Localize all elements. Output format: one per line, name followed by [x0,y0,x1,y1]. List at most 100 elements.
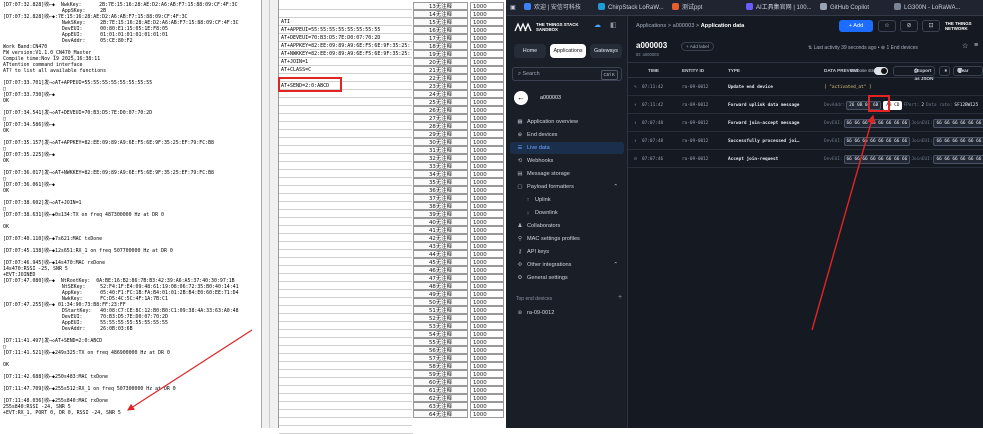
add-device-button[interactable]: + [618,294,622,301]
delay-field[interactable]: 1000 [470,18,504,26]
delay-field[interactable]: 1000 [470,314,504,322]
sidebar-item-application-overview[interactable]: ▦ Application overview [510,116,624,128]
browser-tab[interactable]: ChirpStack LoRaW... [598,2,670,14]
send-command-button[interactable]: 47无注释 [413,274,468,282]
send-command-button[interactable]: 49无注释 [413,290,468,298]
delay-field[interactable]: 1000 [470,362,504,370]
delay-field[interactable]: 1000 [470,170,504,178]
delay-field[interactable]: 1000 [470,258,504,266]
tab-applications[interactable]: Applications [550,44,586,58]
menu-icon[interactable]: ≡ [974,42,978,49]
send-command-button[interactable]: 45无注释 [413,258,468,266]
command-row[interactable] [279,226,413,234]
command-row[interactable] [279,394,413,402]
delay-field[interactable]: 1000 [470,402,504,410]
command-row[interactable] [279,274,413,282]
send-command-button[interactable]: 34无注释 [413,170,468,178]
delay-field[interactable]: 1000 [470,178,504,186]
delay-field[interactable]: 1000 [470,378,504,386]
browser-tab[interactable]: GitHub Copilot [820,2,892,14]
command-row[interactable] [279,202,413,210]
delay-field[interactable]: 1000 [470,202,504,210]
delay-field[interactable]: 1000 [470,98,504,106]
delay-field[interactable]: 1000 [470,250,504,258]
command-row[interactable] [279,98,413,106]
command-row[interactable] [279,114,413,122]
command-row[interactable] [279,290,413,298]
command-row[interactable] [279,234,413,242]
command-row[interactable] [279,362,413,370]
delay-field[interactable]: 1000 [470,330,504,338]
command-row[interactable] [279,210,413,218]
command-row[interactable] [279,266,413,274]
command-row[interactable] [279,354,413,362]
delay-field[interactable]: 1000 [470,114,504,122]
send-command-button[interactable]: 29无注释 [413,130,468,138]
delay-field[interactable]: 1000 [470,42,504,50]
send-command-button[interactable]: 44无注释 [413,250,468,258]
delay-field[interactable]: 1000 [470,290,504,298]
delay-field[interactable]: 1000 [470,218,504,226]
send-command-button[interactable]: 38无注释 [413,202,468,210]
send-command-button[interactable]: 58无注释 [413,362,468,370]
command-text[interactable]: AT+JOIN=1 [279,58,413,66]
command-row[interactable] [279,218,413,226]
send-command-button[interactable]: 27无注释 [413,114,468,122]
command-row[interactable] [279,306,413,314]
delay-field[interactable]: 1000 [470,242,504,250]
delay-field[interactable]: 1000 [470,346,504,354]
command-row[interactable] [279,154,413,162]
send-command-button[interactable]: 39无注释 [413,210,468,218]
delay-field[interactable]: 1000 [470,234,504,242]
command-row[interactable] [279,194,413,202]
delay-field[interactable]: 1000 [470,138,504,146]
command-row[interactable] [279,314,413,322]
send-command-button[interactable]: 56无注释 [413,346,468,354]
sidebar-item-collaborators[interactable]: ♟ Collaborators [510,220,624,232]
sidebar-item-uplink[interactable]: ↑ Uplink [510,194,624,206]
browser-tab[interactable]: LG300N - LoRaWA... [894,2,966,14]
delay-field[interactable]: 1000 [470,122,504,130]
command-row[interactable] [279,378,413,386]
send-command-button[interactable]: 41无注释 [413,226,468,234]
command-row[interactable] [279,186,413,194]
send-command-button[interactable]: 23无注释 [413,82,468,90]
send-command-button[interactable]: 46无注释 [413,266,468,274]
send-command-button[interactable]: 64无注释 [413,410,468,418]
command-row[interactable] [279,2,413,10]
help-icon[interactable]: ⊡ [922,20,940,32]
delay-field[interactable]: 1000 [470,322,504,330]
sidebar-item-message-storage[interactable]: ▤ Message storage [510,168,624,180]
send-command-button[interactable]: 14无注释 [413,10,468,18]
delay-field[interactable]: 1000 [470,66,504,74]
browser-menu-icon[interactable]: ▣ [510,2,516,14]
send-command-button[interactable]: 55无注释 [413,338,468,346]
command-row[interactable] [279,322,413,330]
command-text[interactable]: AT+DEVEUI=70:B3:D5:7E:D0:07:70:2D [279,34,413,42]
send-command-button[interactable]: 62无注释 [413,394,468,402]
send-command-button[interactable]: 50无注释 [413,298,468,306]
back-button[interactable]: ← [514,91,528,105]
command-row[interactable] [279,146,413,154]
send-command-button[interactable]: 13无注释 [413,2,468,10]
send-command-button[interactable]: 17无注释 [413,34,468,42]
send-command-button[interactable]: 28无注释 [413,122,468,130]
send-command-button[interactable]: 21无注释 [413,66,468,74]
log-scrollbar[interactable] [262,0,270,428]
send-command-button[interactable]: 26无注释 [413,106,468,114]
command-row[interactable] [279,106,413,114]
serial-log-pane[interactable]: [D7:07:32.828]收←◆ NwkKey: 2B:7E:15:16:28… [0,0,262,428]
add-button[interactable]: + Add [839,20,873,32]
delay-field[interactable]: 1000 [470,50,504,58]
export-json-button[interactable]: ⎙ Export as JSON [893,66,935,81]
sidebar-item-mac-settings-profiles[interactable]: ⚲ MAC settings profiles [510,233,624,245]
command-row[interactable] [279,298,413,306]
table-row[interactable]: ✎ 07:11:42 ra-09-0012 Update end device [ "a… [628,79,983,96]
send-command-button[interactable]: 60无注释 [413,378,468,386]
send-command-button[interactable]: 16无注释 [413,26,468,34]
delay-field[interactable]: 1000 [470,2,504,10]
add-label-button[interactable]: + Add label [681,42,714,51]
command-row[interactable] [279,10,413,18]
send-command-button[interactable]: 52无注释 [413,314,468,322]
bookmark-icon[interactable]: ☆ [878,20,896,32]
